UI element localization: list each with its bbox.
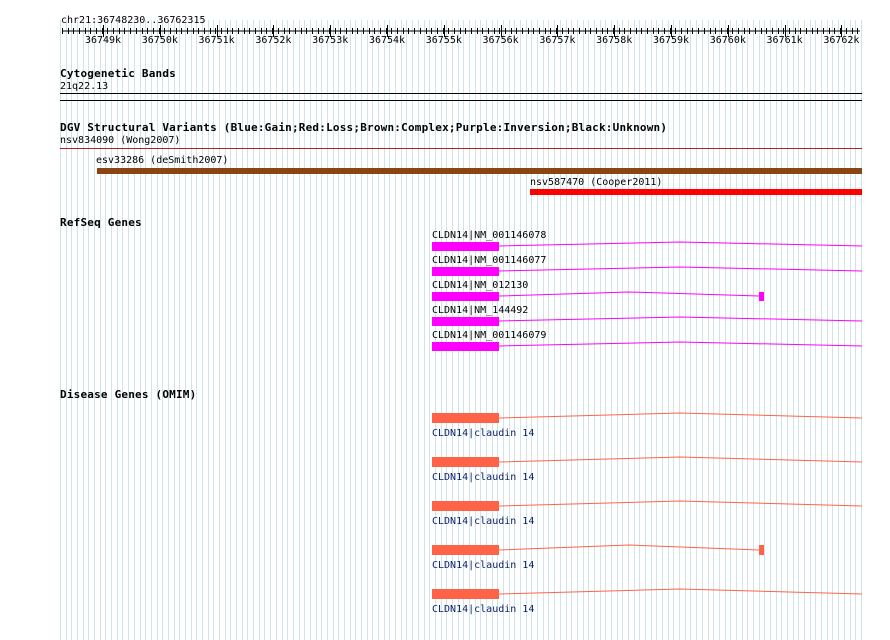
ruler-tick-marks bbox=[62, 25, 858, 37]
ruler-tick-label: 36751k bbox=[198, 35, 235, 46]
ruler-tick-label: 36752k bbox=[255, 35, 292, 46]
ruler-tick-label: 36750k bbox=[141, 35, 178, 46]
ruler-tick-label: 36755k bbox=[425, 35, 462, 46]
ruler-tick-label: 36760k bbox=[709, 35, 746, 46]
ruler-tick-label: 36762k bbox=[823, 35, 860, 46]
ruler-tick-label: 36753k bbox=[312, 35, 349, 46]
ruler-tick-label: 36749k bbox=[84, 35, 122, 46]
ruler-tick-label: 36756k bbox=[482, 35, 519, 46]
ruler-tick-label: 36759k bbox=[652, 35, 690, 46]
ruler-tick-label: 36754k bbox=[368, 35, 406, 46]
ruler-tick-label: 36757k bbox=[539, 35, 576, 46]
ruler-tick-label: 36758k bbox=[596, 35, 633, 46]
ruler-tick-label: 36761k bbox=[766, 35, 803, 46]
omim-introns bbox=[498, 412, 863, 595]
genome-browser-panel: chr21:36748230..36762315 36749k 36750k 367… bbox=[0, 0, 890, 640]
